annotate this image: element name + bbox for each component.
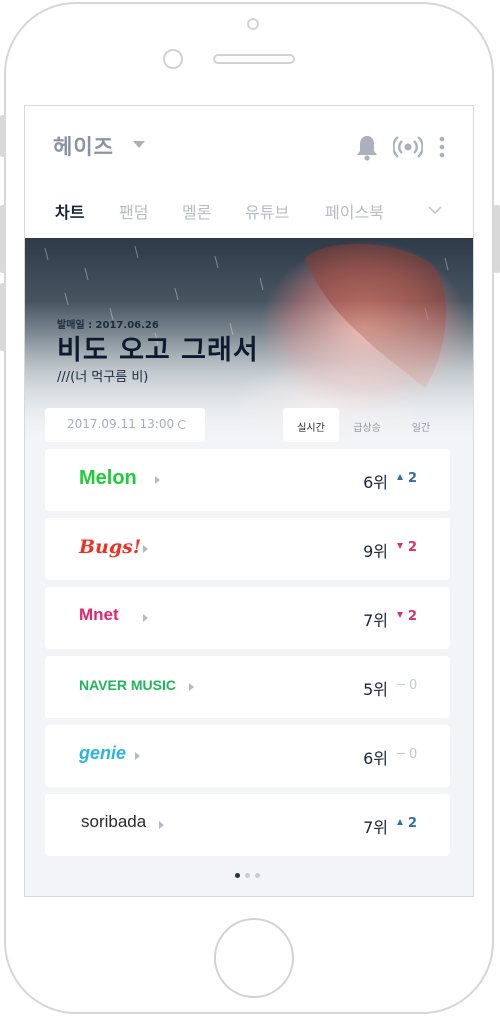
mute-switch [0, 115, 6, 157]
tab-melon[interactable]: 멜론 [182, 199, 211, 223]
arrow-right-icon [143, 614, 148, 622]
up-triangle-icon [397, 474, 403, 480]
tab-fandom[interactable]: 팬덤 [119, 199, 148, 223]
earpiece-speaker [213, 54, 295, 64]
tab-facebook[interactable]: 페이스북 [325, 199, 384, 223]
front-camera [163, 49, 183, 69]
chart-timestamp[interactable]: 2017.09.11 13:00 [45, 408, 205, 442]
no-change-icon [397, 752, 405, 754]
rank-change: 0 [397, 747, 437, 762]
up-triangle-icon [397, 819, 403, 825]
mnet-logo: Mnet [79, 605, 119, 624]
chart-card-melon[interactable]: Melon 6위 2 [45, 449, 450, 511]
mode-realtime[interactable]: 실시간 [283, 408, 339, 442]
song-subtitle: ///(너 먹구름 비) [57, 370, 149, 385]
bell-icon[interactable] [355, 133, 379, 161]
down-triangle-icon [397, 612, 403, 618]
page-dot-2[interactable] [245, 873, 250, 878]
rank: 6위 [363, 473, 388, 492]
mode-rising[interactable]: 급상승 [341, 408, 393, 442]
proximity-sensor [247, 18, 259, 30]
rank: 5위 [363, 680, 388, 699]
naver-music-logo: NAVER MUSIC [79, 677, 176, 693]
volume-up-button [0, 205, 6, 273]
page-indicator [235, 873, 265, 881]
volume-down-button [0, 283, 6, 351]
no-change-icon [397, 683, 405, 685]
tab-chart[interactable]: 차트 [55, 199, 84, 223]
broadcast-icon[interactable] [393, 133, 423, 161]
page-dot-1[interactable] [235, 873, 240, 878]
genie-logo: genie [79, 743, 127, 763]
down-triangle-icon [397, 543, 403, 549]
rank: 7위 [363, 818, 388, 837]
timestamp-text: 2017.09.11 13:00 [67, 417, 175, 431]
chart-card-mnet[interactable]: Mnet 7위 2 [45, 587, 450, 649]
soribada-logo: soribada [81, 812, 147, 831]
rank-change: 0 [397, 678, 437, 693]
chart-card-bugs[interactable]: Bugs! 9위 2 [45, 518, 450, 580]
more-options-icon[interactable] [437, 133, 447, 161]
chart-card-genie[interactable]: genie 6위 0 [45, 725, 450, 787]
tab-bar: 차트 팬덤 멜론 유튜브 페이스북 [25, 186, 473, 238]
refresh-icon[interactable] [178, 420, 188, 429]
rank: 9위 [363, 542, 388, 561]
arrow-right-icon [159, 821, 164, 829]
artist-selector[interactable]: 헤이즈 [53, 131, 114, 161]
song-title: 비도 오고 그래서 [57, 335, 259, 366]
arrow-right-icon [155, 476, 160, 484]
arrow-right-icon [189, 683, 194, 691]
app-screen: 헤이즈 차트 팬덤 멜론 유튜브 페이스북 발매일: 2017.06.26 비… [24, 105, 474, 897]
tab-youtube[interactable]: 유튜브 [245, 199, 289, 223]
page-dot-3[interactable] [255, 873, 260, 878]
arrow-right-icon [135, 752, 140, 760]
melon-logo: Melon [79, 467, 137, 489]
chart-card-soribada[interactable]: soribada 7위 2 [45, 794, 450, 856]
rank-change: 2 [397, 609, 437, 624]
mode-daily[interactable]: 일간 [395, 408, 447, 442]
home-button[interactable] [214, 918, 294, 998]
caret-down-icon[interactable] [133, 141, 145, 148]
rank-change: 2 [397, 816, 437, 831]
bugs-logo: Bugs! [79, 536, 142, 558]
app-bar: 헤이즈 [25, 106, 473, 186]
chevron-down-icon[interactable] [428, 203, 442, 217]
chart-card-naver[interactable]: NAVER MUSIC 5위 0 [45, 656, 450, 718]
rank: 6위 [363, 749, 388, 768]
rank-change: 2 [397, 471, 437, 486]
arrow-right-icon [143, 545, 148, 553]
rank: 7위 [363, 611, 388, 630]
power-button [494, 205, 500, 273]
rank-change: 2 [397, 540, 437, 555]
